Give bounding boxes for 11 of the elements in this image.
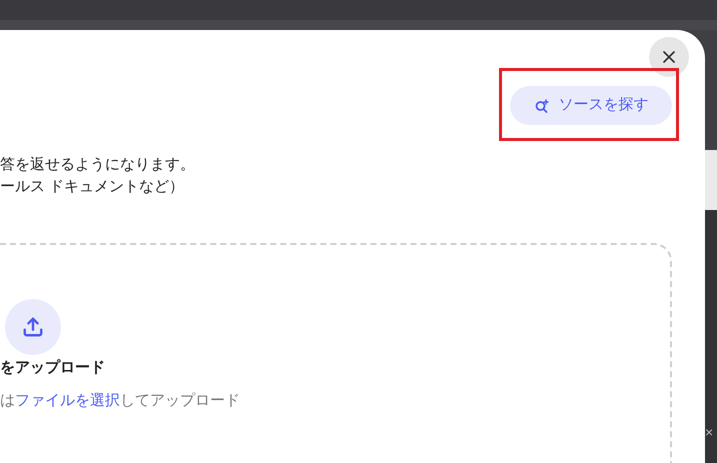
description-text: ールス ドキュメントなど） (0, 177, 184, 197)
close-button[interactable] (649, 37, 689, 77)
sparkle-search-icon (534, 98, 550, 114)
upload-dropzone[interactable]: をアップロード はファイルを選択 してアップロード (0, 243, 672, 463)
upload-icon (22, 316, 44, 338)
upload-title: をアップロード (0, 358, 105, 378)
choose-file-link[interactable]: ファイルを選択 (15, 392, 120, 409)
upload-hint: はファイルを選択 してアップロード (0, 391, 240, 411)
background-text: × (705, 423, 714, 442)
description-text: 答を返せるようになります。 (0, 155, 195, 175)
find-sources-button[interactable]: ソースを探す (510, 86, 672, 125)
